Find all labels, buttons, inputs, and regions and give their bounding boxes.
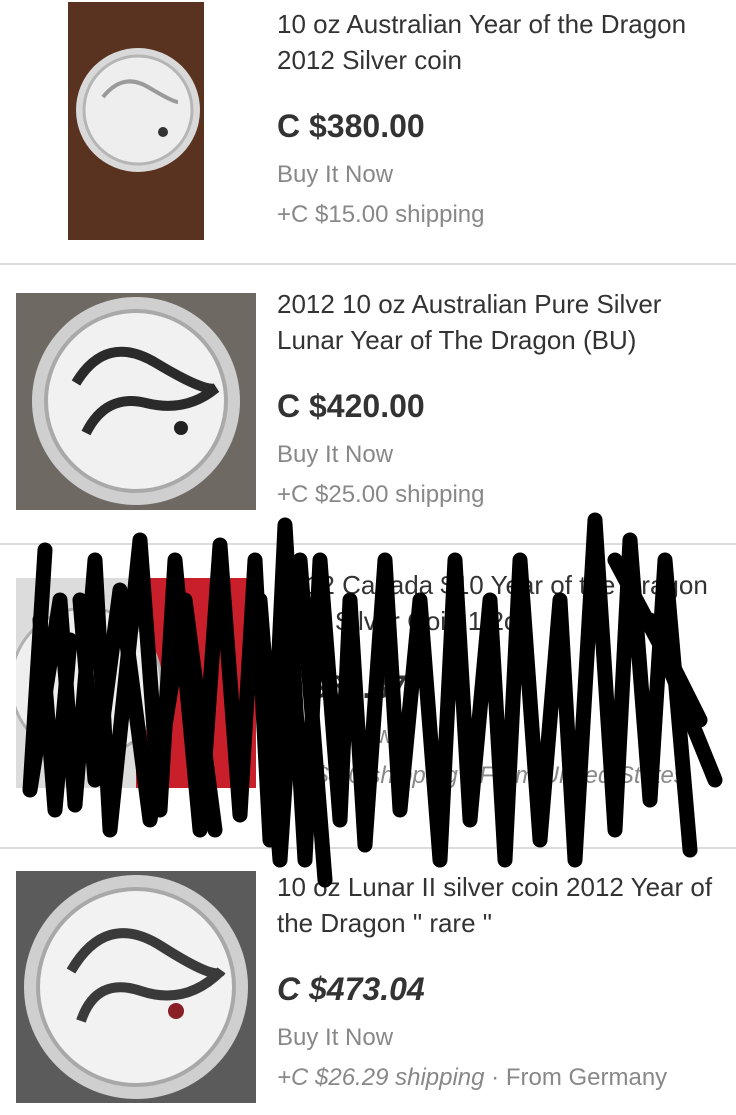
listing-price: C $420.00 [277,388,425,424]
coin-photo-icon [16,578,256,788]
listing-thumbnail[interactable] [16,293,256,510]
listing-item[interactable]: 2012 Canada $10 Year of the Dragon .999 … [0,545,736,847]
listing-thumbnail[interactable] [68,2,204,240]
listing-format: Buy It Now [277,441,394,468]
listing-thumbnail[interactable] [16,578,256,788]
listing-title[interactable]: 10 oz Australian Year of the Dragon 2012… [277,6,724,78]
coin-photo-icon [16,871,256,1103]
listing-price: C $473.04 [277,971,425,1007]
coin-photo-icon [68,2,204,240]
coin-photo-icon [16,293,256,510]
listing-thumbnail[interactable] [16,871,256,1103]
listing-item[interactable]: 10 oz Lunar II silver coin 2012 Year of … [0,849,736,1115]
listing-format: Buy It Now [277,722,394,749]
listing-title[interactable]: 10 oz Lunar II silver coin 2012 Year of … [277,869,724,941]
listing-origin: · From Germany [484,1064,668,1091]
listing-item[interactable]: 2012 10 oz Australian Pure Silver Lunar … [0,265,736,543]
listing-shipping-cost: +C $26.29 shipping [277,1064,485,1091]
listing-title[interactable]: 2012 Canada $10 Year of the Dragon .999 … [277,567,724,639]
listing-format: Buy It Now [277,1024,394,1051]
listing-format: Buy It Now [277,161,394,188]
listing-shipping: +C $15.00 shipping [277,201,485,228]
listing-item[interactable]: 10 oz Australian Year of the Dragon 2012… [0,0,736,263]
listing-price: C $63.87 [277,669,407,705]
listing-title[interactable]: 2012 10 oz Australian Pure Silver Lunar … [277,286,724,358]
listing-shipping: +C $26.29 shipping · From Germany [277,1063,724,1093]
listing-shipping: +C $25.00 shipping [277,481,485,508]
listing-price: C $380.00 [277,108,425,144]
listing-shipping: +C $4.0 shipping · From United States [277,762,686,789]
